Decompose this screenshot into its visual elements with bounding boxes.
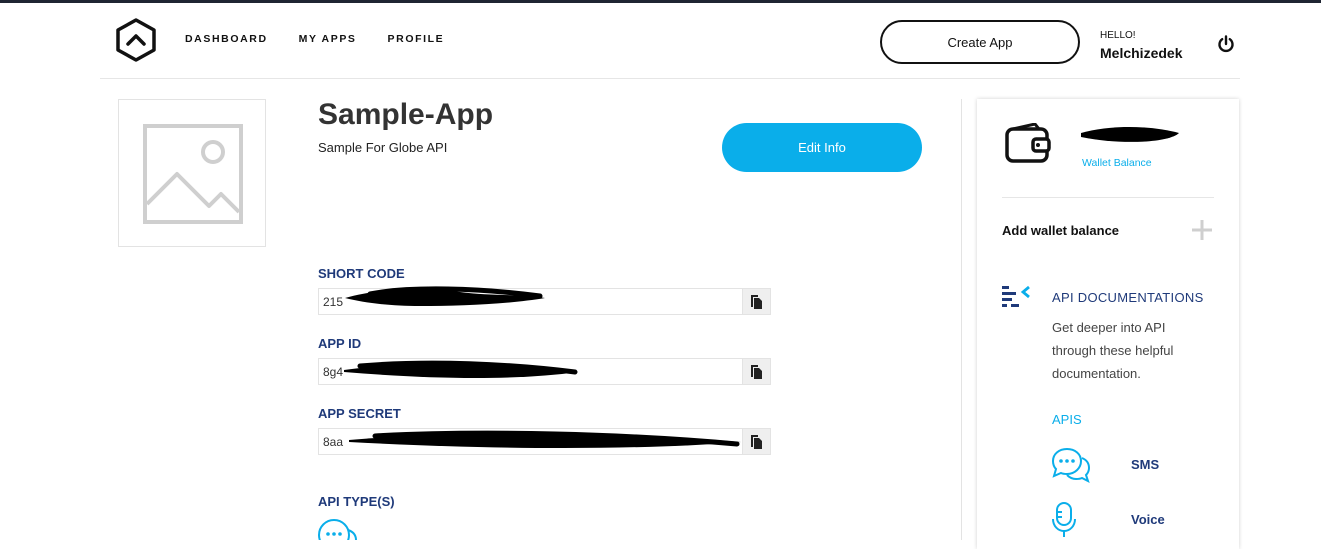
api-item-sms[interactable]: SMS xyxy=(1131,457,1159,472)
api-documentations-title[interactable]: API DOCUMENTATIONS xyxy=(1052,290,1204,305)
copy-app-secret-button[interactable] xyxy=(742,429,770,454)
copy-icon xyxy=(751,435,762,449)
short-code-label: SHORT CODE xyxy=(318,266,405,281)
wallet-balance-label: Wallet Balance xyxy=(1082,157,1152,169)
plus-icon[interactable] xyxy=(1191,219,1213,241)
copy-icon xyxy=(751,295,762,309)
nav-dashboard[interactable]: DASHBOARD xyxy=(185,33,268,45)
column-divider xyxy=(961,99,962,540)
api-types-label: API TYPE(S) xyxy=(318,494,395,509)
short-code-field[interactable]: 215 xyxy=(318,288,771,315)
logo-icon[interactable] xyxy=(115,18,157,62)
greeting: HELLO! xyxy=(1100,30,1136,41)
chat-bubbles-icon xyxy=(1051,446,1091,489)
copy-app-id-button[interactable] xyxy=(742,359,770,384)
power-icon[interactable] xyxy=(1216,34,1236,54)
app-secret-field[interactable]: 8aa xyxy=(318,428,771,455)
microphone-icon xyxy=(1051,501,1077,544)
panel-divider xyxy=(1002,197,1214,198)
main-nav: DASHBOARD MY APPS PROFILE xyxy=(185,33,444,45)
redaction-mark xyxy=(1081,127,1179,142)
app-id-label: APP ID xyxy=(318,336,362,351)
top-border xyxy=(0,0,1321,3)
apis-link[interactable]: APIS xyxy=(1052,412,1082,427)
api-item-voice[interactable]: Voice xyxy=(1131,512,1165,527)
side-panel: Wallet Balance Add wallet balance API DO… xyxy=(977,99,1239,549)
wallet-icon xyxy=(1005,122,1051,168)
app-description: Sample For Globe API xyxy=(318,140,448,155)
app-title: Sample-App xyxy=(318,98,494,131)
app-secret-value: 8aa xyxy=(323,435,344,449)
nav-profile[interactable]: PROFILE xyxy=(388,33,445,45)
app-id-value: 8g4 xyxy=(323,365,344,379)
create-app-button[interactable]: Create App xyxy=(880,20,1080,64)
copy-short-code-button[interactable] xyxy=(742,289,770,314)
nav-my-apps[interactable]: MY APPS xyxy=(299,33,357,45)
app-id-field[interactable]: 8g4 xyxy=(318,358,771,385)
api-documentations-description: Get deeper into API through these helpfu… xyxy=(1052,320,1174,381)
copy-icon xyxy=(751,365,762,379)
header-divider xyxy=(100,78,1240,79)
app-secret-label: APP SECRET xyxy=(318,406,401,421)
add-wallet-balance-label[interactable]: Add wallet balance xyxy=(1002,223,1119,238)
short-code-value: 215 xyxy=(323,295,344,309)
documentation-icon xyxy=(1002,285,1032,316)
image-placeholder-icon xyxy=(143,124,243,224)
sms-chat-icon xyxy=(318,518,358,549)
app-image-placeholder xyxy=(118,99,266,247)
username: Melchizedek xyxy=(1100,45,1183,61)
edit-info-button[interactable]: Edit Info xyxy=(722,123,922,172)
